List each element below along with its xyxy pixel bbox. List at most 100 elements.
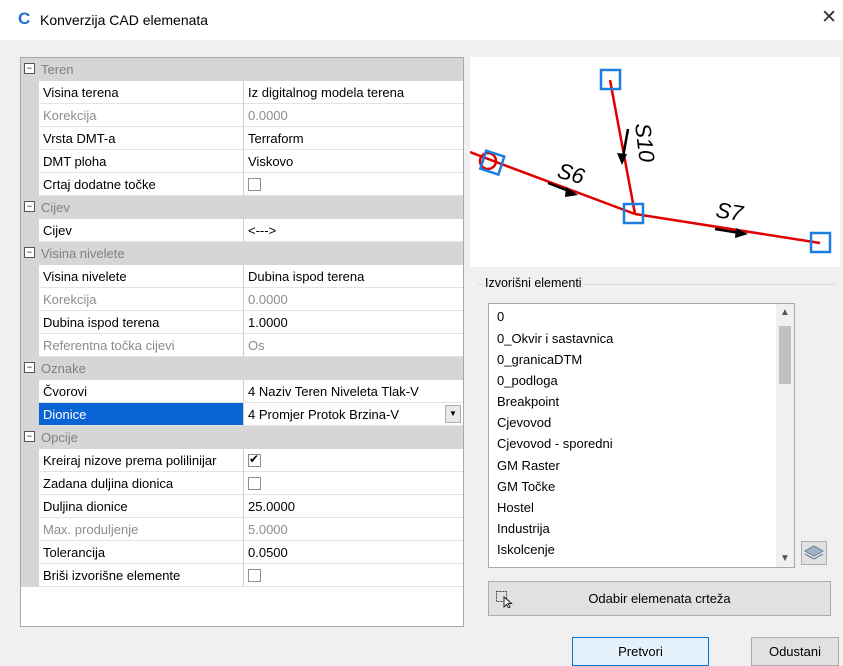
draw-points-checkbox[interactable] <box>248 178 261 192</box>
list-item[interactable]: Iskolcenje <box>497 542 555 557</box>
grid-row[interactable]: Zadana duljina dionica <box>21 472 463 495</box>
property-name: Čvorovi <box>39 380 244 403</box>
dropdown-arrow-icon[interactable]: ▼ <box>445 405 461 423</box>
property-name: Dubina ispod terena <box>39 311 244 334</box>
cancel-button[interactable]: Odustani <box>751 637 839 666</box>
property-name: Korekcija <box>39 288 244 311</box>
category-visina-nivelete[interactable]: − Visina nivelete <box>21 242 463 265</box>
property-name: Referentna točka cijevi <box>39 334 244 357</box>
property-value[interactable]: Dubina ispod terena <box>244 265 463 288</box>
title-bar: C Konverzija CAD elemenata ✕ <box>0 0 843 40</box>
collapse-icon[interactable]: − <box>24 362 35 373</box>
list-item[interactable]: Cjevovod <box>497 415 551 430</box>
property-name: Visina nivelete <box>39 265 244 288</box>
list-item[interactable]: Breakpoint <box>497 394 559 409</box>
segment-label: S7 <box>714 197 745 226</box>
property-name: Crtaj dodatne točke <box>39 173 244 196</box>
close-icon[interactable]: ✕ <box>821 8 837 28</box>
property-name: Visina terena <box>39 81 244 104</box>
collapse-icon[interactable]: − <box>24 431 35 442</box>
scroll-up-icon[interactable]: ▲ <box>780 307 790 318</box>
pipe-segment <box>608 79 637 215</box>
list-item[interactable]: Hostel <box>497 500 534 515</box>
property-value: Os <box>244 334 463 357</box>
category-cijev[interactable]: − Cijev <box>21 196 463 219</box>
grid-row[interactable]: Dubina ispod terena 1.0000 <box>21 311 463 334</box>
list-item[interactable]: GM Točke <box>497 479 555 494</box>
grid-row[interactable]: Kreiraj nizove prema polilinijar <box>21 449 463 472</box>
layers-button[interactable] <box>801 541 827 565</box>
select-drawing-elements-button[interactable]: Odabir elemenata crteža <box>488 581 831 616</box>
property-name: Vrsta DMT-a <box>39 127 244 150</box>
preview-canvas: S6 S10 S7 <box>469 57 840 267</box>
list-scrollbar[interactable]: ▲ ▼ <box>776 304 794 567</box>
property-value[interactable]: Viskovo <box>244 150 463 173</box>
property-grid: − Teren Visina terena Iz digitalnog mode… <box>20 57 464 627</box>
grid-row[interactable]: Referentna točka cijevi Os <box>21 334 463 357</box>
grid-row[interactable]: Crtaj dodatne točke <box>21 173 463 196</box>
layers-icon <box>803 545 825 560</box>
property-name: Korekcija <box>39 104 244 127</box>
list-item[interactable]: 0_granicaDTM <box>497 352 582 367</box>
category-oznake[interactable]: − Oznake <box>21 357 463 380</box>
source-elements-legend: Izvorišni elementi <box>483 276 584 290</box>
grid-row[interactable]: Briši izvorišne elemente <box>21 564 463 587</box>
grid-row[interactable]: Tolerancija 0.0500 <box>21 541 463 564</box>
polyline-strings-checkbox[interactable] <box>248 452 261 468</box>
app-icon: C <box>18 9 31 28</box>
grid-row-selected[interactable]: Dionice 4 Promjer Protok Brzina-V ▼ <box>21 403 463 426</box>
convert-button[interactable]: Pretvori <box>572 637 709 666</box>
property-value: 5.0000 <box>244 518 463 541</box>
property-value[interactable]: Iz digitalnog modela terena <box>244 81 463 104</box>
default-length-checkbox[interactable] <box>248 477 261 491</box>
grid-row[interactable]: DMT ploha Viskovo <box>21 150 463 173</box>
grid-row[interactable]: Vrsta DMT-a Terraform <box>21 127 463 150</box>
delete-source-checkbox[interactable] <box>248 569 261 583</box>
grid-row[interactable]: Visina terena Iz digitalnog modela teren… <box>21 81 463 104</box>
property-name: Dionice <box>39 403 244 426</box>
grid-row[interactable]: Cijev <---> <box>21 219 463 242</box>
property-value[interactable]: 4 Naziv Teren Niveleta Tlak-V <box>244 380 463 403</box>
scroll-thumb[interactable] <box>779 326 791 384</box>
grid-row[interactable]: Max. produljenje 5.0000 <box>21 518 463 541</box>
property-name: DMT ploha <box>39 150 244 173</box>
window-title: Konverzija CAD elemenata <box>40 12 209 28</box>
property-name: Briši izvorišne elemente <box>39 564 244 587</box>
property-name: Duljina dionice <box>39 495 244 518</box>
dionice-select[interactable]: 4 Promjer Protok Brzina-V <box>244 403 463 426</box>
grid-row[interactable]: Korekcija 0.0000 <box>21 288 463 311</box>
property-value: 0.0000 <box>244 104 463 127</box>
scroll-down-icon[interactable]: ▼ <box>780 553 790 564</box>
property-value[interactable]: Terraform <box>244 127 463 150</box>
collapse-icon[interactable]: − <box>24 63 35 74</box>
grid-row[interactable]: Korekcija 0.0000 <box>21 104 463 127</box>
grid-row[interactable]: Visina nivelete Dubina ispod terena <box>21 265 463 288</box>
property-value[interactable]: 25.0000 <box>244 495 463 518</box>
property-value: 0.0000 <box>244 288 463 311</box>
dionice-select-value: 4 Promjer Protok Brzina-V <box>248 407 399 422</box>
category-teren[interactable]: − Teren <box>21 58 463 81</box>
list-item[interactable]: Industrija <box>497 521 550 536</box>
property-value[interactable]: 1.0000 <box>244 311 463 334</box>
select-drawing-elements-label: Odabir elemenata crteža <box>588 591 731 606</box>
preview-drawing: S6 S10 S7 <box>469 68 832 254</box>
list-item[interactable]: Cjevovod - sporedni <box>497 436 613 451</box>
category-opcije[interactable]: − Opcije <box>21 426 463 449</box>
flow-arrow <box>621 128 630 158</box>
property-name: Kreiraj nizove prema polilinijar <box>39 449 244 472</box>
property-name: Max. produljenje <box>39 518 244 541</box>
segment-label: S10 <box>630 122 660 165</box>
list-item[interactable]: 0_podloga <box>497 373 558 388</box>
collapse-icon[interactable]: − <box>24 247 35 258</box>
list-item[interactable]: 0_Okvir i sastavnica <box>497 331 613 346</box>
property-value[interactable]: <---> <box>244 219 463 242</box>
grid-row[interactable]: Duljina dionice 25.0000 <box>21 495 463 518</box>
list-item[interactable]: GM Raster <box>497 458 560 473</box>
source-elements-list[interactable]: 0 0_Okvir i sastavnica 0_granicaDTM 0_po… <box>488 303 795 568</box>
property-name: Tolerancija <box>39 541 244 564</box>
collapse-icon[interactable]: − <box>24 201 35 212</box>
property-name: Cijev <box>39 219 244 242</box>
list-item[interactable]: 0 <box>497 309 504 324</box>
property-value[interactable]: 0.0500 <box>244 541 463 564</box>
grid-row[interactable]: Čvorovi 4 Naziv Teren Niveleta Tlak-V <box>21 380 463 403</box>
